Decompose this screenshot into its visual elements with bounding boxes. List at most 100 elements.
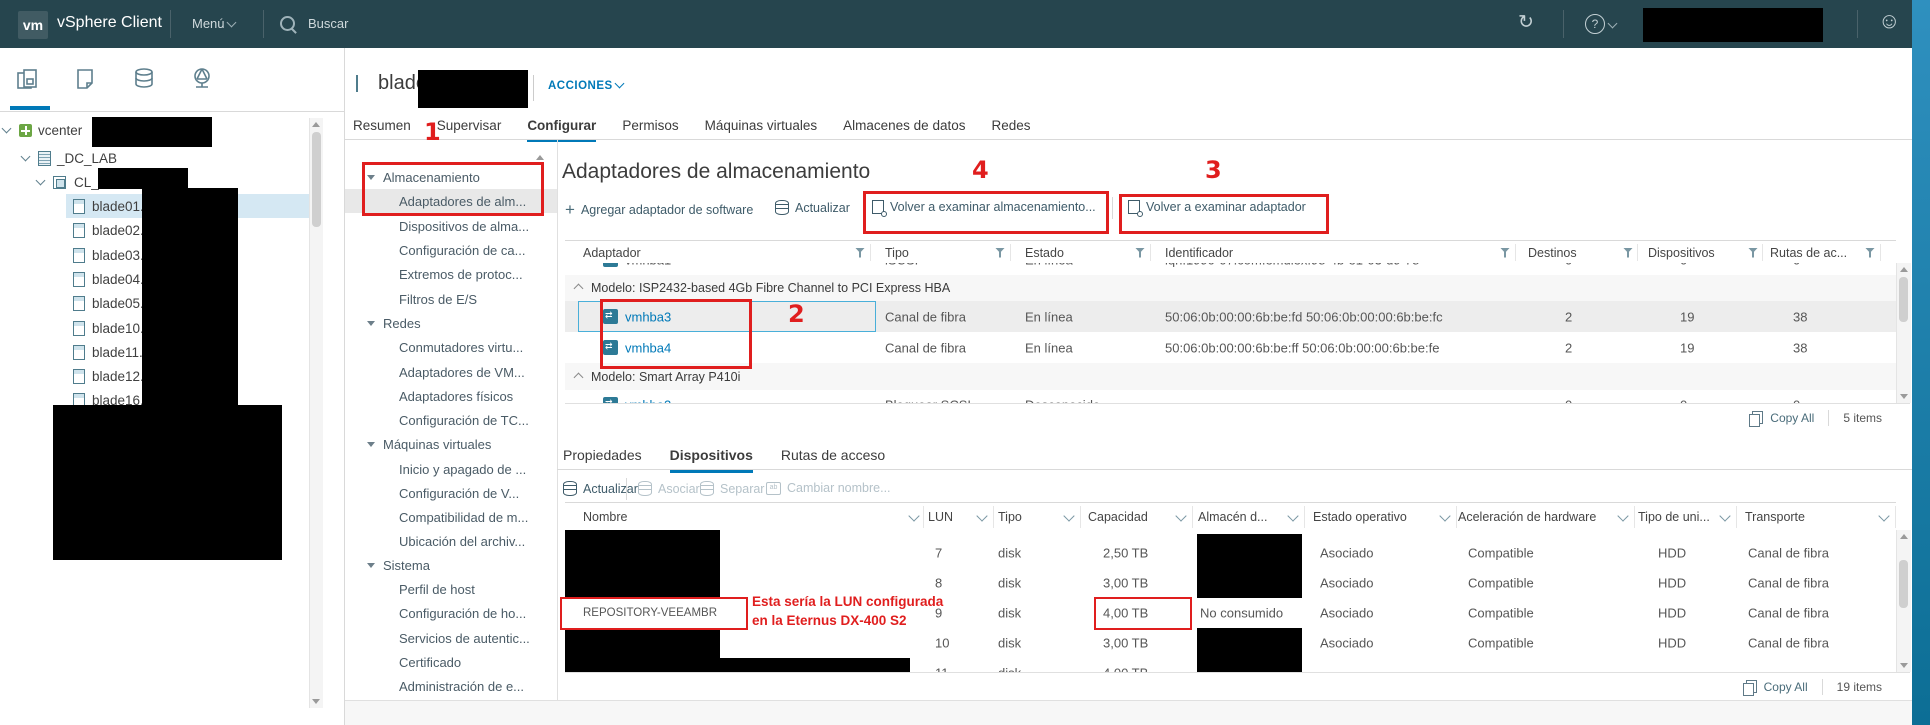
copy-all-button[interactable]: Copy All xyxy=(1749,411,1814,427)
storage-icon[interactable] xyxy=(131,66,157,92)
scrollbar-thumb[interactable] xyxy=(312,132,321,227)
config-item-administracion-de-energia[interactable]: Administración de e... xyxy=(345,674,557,698)
menu-button[interactable]: Menú xyxy=(192,16,237,31)
add-software-adapter-button[interactable]: + Agregar adaptador de software xyxy=(565,200,753,220)
refresh-adapters-button[interactable]: Actualizar xyxy=(775,200,850,215)
adapters-scrollbar[interactable] xyxy=(1896,263,1911,403)
column-header-tipo[interactable]: Tipo xyxy=(885,246,909,260)
config-item-servicios-de-autenticacion[interactable]: Servicios de autentic... xyxy=(345,626,557,650)
adapter-row-vmhba4[interactable]: vmhba4 Canal de fibra En línea 50:06:0b:… xyxy=(565,332,1896,364)
column-header-estado[interactable]: Estado xyxy=(1025,246,1064,260)
tree-item-datacenter[interactable]: _DC_LAB xyxy=(20,146,117,170)
filter-icon[interactable] xyxy=(995,247,1005,258)
config-scroll-up-arrow[interactable] xyxy=(536,155,544,160)
tree-item-vcenter[interactable]: vcenter xyxy=(1,118,82,142)
chevron-down-icon[interactable] xyxy=(1439,510,1451,522)
config-item-compatibilidad[interactable]: Compatibilidad de m... xyxy=(345,505,557,529)
hosts-clusters-icon[interactable] xyxy=(15,66,41,92)
tree-item-host[interactable]: blade11.i xyxy=(73,340,146,364)
chevron-down-icon[interactable] xyxy=(1617,510,1629,522)
chevron-down-icon[interactable] xyxy=(976,510,988,522)
config-item-configuracion-de-cache[interactable]: Configuración de ca... xyxy=(345,238,557,262)
tree-item-host[interactable]: blade10. xyxy=(73,316,144,340)
adapter-row-vmhba3[interactable]: vmhba3 Canal de fibra En línea 50:06:0b:… xyxy=(565,301,1896,333)
chevron-down-icon[interactable] xyxy=(20,151,31,162)
adapter-name[interactable]: vmhba4 xyxy=(625,340,671,355)
adapter-group-row[interactable]: Modelo: ISP2432-based 4Gb Fibre Channel … xyxy=(565,275,1896,302)
column-header-rutas[interactable]: Rutas de ac... xyxy=(1770,246,1847,260)
column-header-almacen[interactable]: Almacén d... xyxy=(1198,510,1267,524)
scroll-down-arrow[interactable] xyxy=(312,699,320,704)
config-item-perfil-de-host[interactable]: Perfil de host xyxy=(345,577,557,601)
config-item-configuracion-de-vm[interactable]: Configuración de V... xyxy=(345,481,557,505)
tree-item-host[interactable]: blade03. xyxy=(73,243,144,267)
column-header-tipo[interactable]: Tipo xyxy=(998,510,1022,524)
adapter-name[interactable]: vmhba3 xyxy=(625,309,671,324)
scroll-down-arrow[interactable] xyxy=(1900,394,1908,399)
refresh-icon[interactable]: ↻ xyxy=(1518,12,1534,34)
scroll-down-arrow[interactable] xyxy=(1900,663,1908,668)
filter-icon[interactable] xyxy=(1865,247,1875,258)
tree-item-cluster[interactable]: CL_ xyxy=(35,170,99,194)
search-input[interactable]: Buscar xyxy=(308,16,348,31)
column-header-estado-operativo[interactable]: Estado operativo xyxy=(1313,510,1407,524)
config-group-maquinas-virtuales[interactable]: Máquinas virtuales xyxy=(345,432,557,456)
search-icon[interactable] xyxy=(280,16,295,31)
copy-all-button[interactable]: Copy All xyxy=(1742,680,1808,696)
chevron-down-icon[interactable] xyxy=(1175,510,1187,522)
column-header-nombre[interactable]: Nombre xyxy=(583,510,627,524)
devices-scrollbar[interactable] xyxy=(1896,530,1911,672)
config-item-adaptadores-de-almacenamiento[interactable]: Adaptadores de alm... xyxy=(345,189,557,213)
filter-icon[interactable] xyxy=(1135,247,1145,258)
tree-item-host[interactable]: blade05. xyxy=(73,291,144,315)
column-header-adaptador[interactable]: Adaptador xyxy=(583,246,641,260)
config-item-adaptadores-fisicos[interactable]: Adaptadores físicos xyxy=(345,384,557,408)
attach-button[interactable]: Asociar xyxy=(638,481,700,496)
config-item-adaptadores-de-vmkernel[interactable]: Adaptadores de VM... xyxy=(345,360,557,384)
scroll-up-arrow[interactable] xyxy=(1900,267,1908,272)
actions-button[interactable]: ACCIONES xyxy=(548,78,625,92)
tree-item-host[interactable]: blade04. xyxy=(73,267,144,291)
column-header-tipo-de-unidad[interactable]: Tipo de uni... xyxy=(1638,510,1710,524)
chevron-down-icon[interactable] xyxy=(1719,510,1731,522)
config-item-extremos-de-protocolo[interactable]: Extremos de protoc... xyxy=(345,262,557,286)
adapter-group-row[interactable]: Modelo: Smart Array P410i xyxy=(565,363,1896,391)
column-header-identificador[interactable]: Identificador xyxy=(1165,246,1233,260)
column-header-transporte[interactable]: Transporte xyxy=(1745,510,1805,524)
chevron-down-icon[interactable] xyxy=(1063,510,1075,522)
scroll-up-arrow[interactable] xyxy=(1900,534,1908,539)
help-icon[interactable]: ? xyxy=(1585,14,1605,34)
rename-button[interactable]: ab Cambiar nombre... xyxy=(766,481,891,495)
detach-button[interactable]: Separar xyxy=(700,481,764,496)
config-group-redes[interactable]: Redes xyxy=(345,311,557,335)
column-header-destinos[interactable]: Destinos xyxy=(1528,246,1577,260)
column-header-lun[interactable]: LUN xyxy=(928,510,953,524)
collapse-caret-icon[interactable] xyxy=(573,372,584,382)
rescan-adapter-button[interactable]: Volver a examinar adaptador xyxy=(1128,200,1306,217)
vms-templates-icon[interactable] xyxy=(73,66,99,92)
chevron-down-icon[interactable] xyxy=(1,123,12,134)
vmware-logo[interactable]: vm xyxy=(18,11,48,39)
collapse-caret-icon[interactable] xyxy=(573,283,584,294)
scroll-up-arrow[interactable] xyxy=(312,122,320,127)
config-group-sistema[interactable]: Sistema xyxy=(345,553,557,577)
config-item-certificado[interactable]: Certificado xyxy=(345,650,557,674)
config-item-ubicacion-del-archivo[interactable]: Ubicación del archiv... xyxy=(345,529,557,553)
filter-icon[interactable] xyxy=(1500,247,1510,258)
config-item-filtros-de-es[interactable]: Filtros de E/S xyxy=(345,287,557,311)
chevron-down-icon[interactable] xyxy=(1287,510,1299,522)
scrollbar-thumb[interactable] xyxy=(1899,560,1908,608)
adapter-row-vmhba2[interactable]: vmhba2 Bloquear SCSI Desconocido 0 0 0 xyxy=(565,390,1896,403)
tree-item-host[interactable]: blade02. xyxy=(73,218,144,242)
config-item-dispositivos-de-almacenamiento[interactable]: Dispositivos de alma... xyxy=(345,214,557,238)
chevron-down-icon[interactable] xyxy=(35,175,46,186)
rescan-storage-button[interactable]: Volver a examinar almacenamiento... xyxy=(872,200,1096,217)
chevron-down-icon[interactable] xyxy=(1878,510,1890,522)
config-item-inicio-y-apagado[interactable]: Inicio y apagado de ... xyxy=(345,457,557,481)
config-item-conmutadores-virtuales[interactable]: Conmutadores virtu... xyxy=(345,335,557,359)
config-item-configuracion-de-hora[interactable]: Configuración de ho... xyxy=(345,601,557,625)
column-header-dispositivos[interactable]: Dispositivos xyxy=(1648,246,1715,260)
scrollbar-thumb[interactable] xyxy=(1899,277,1908,322)
filter-icon[interactable] xyxy=(1748,247,1758,258)
networking-icon[interactable] xyxy=(189,66,215,92)
